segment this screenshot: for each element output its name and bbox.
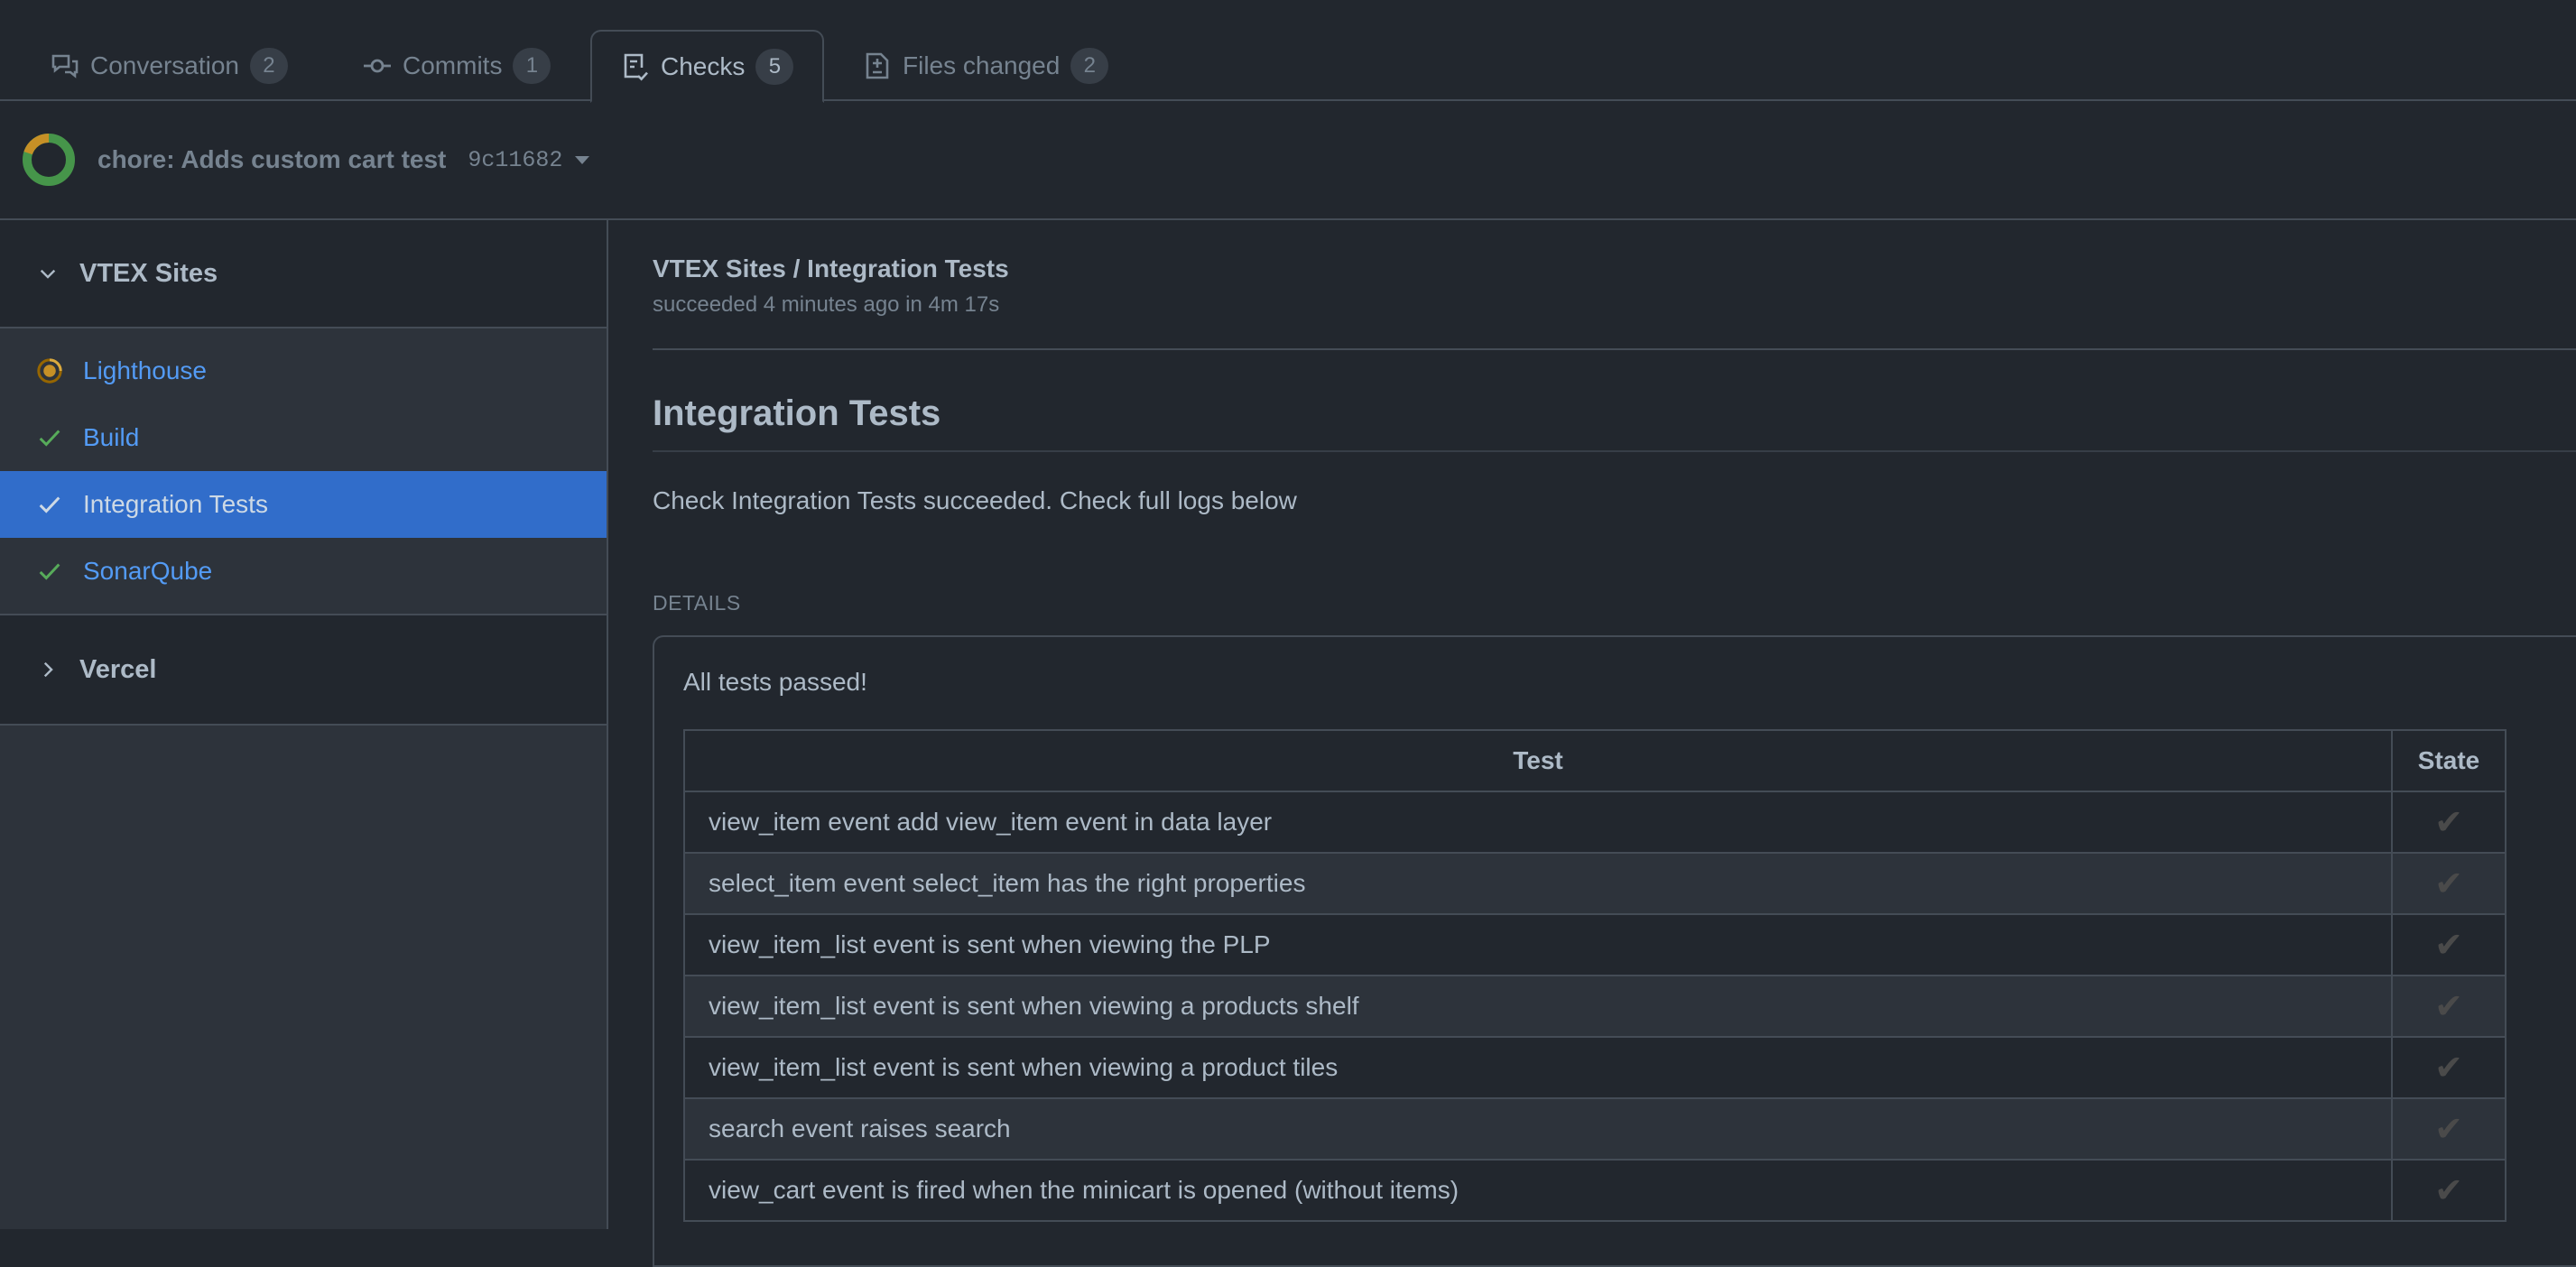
tab-files-changed[interactable]: Files changed 2 — [834, 30, 1137, 101]
check-run-sonarqube[interactable]: SonarQube — [0, 538, 607, 605]
tab-checks[interactable]: Checks 5 — [590, 30, 825, 103]
check-icon — [39, 563, 60, 580]
test-state-cell: ✔ — [2391, 1159, 2507, 1222]
tab-label: Commits — [403, 51, 503, 79]
check-run-list: Lighthouse Build Integration Tests Sonar… — [0, 328, 607, 615]
test-state-cell: ✔ — [2391, 1036, 2507, 1099]
check-suite-vtex-sites[interactable]: VTEX Sites — [0, 220, 607, 328]
tab-conversation[interactable]: Conversation 2 — [22, 30, 317, 101]
tab-label: Files changed — [903, 51, 1061, 79]
commit-sha-dropdown[interactable]: 9c11682 — [468, 146, 590, 173]
check-suite-vercel[interactable]: Vercel — [0, 615, 607, 726]
tab-label: Conversation — [90, 51, 239, 79]
check-mark-icon: ✔ — [2434, 1049, 2463, 1087]
check-run-label: SonarQube — [83, 557, 213, 585]
test-results-table: Test State view_item event add view_item… — [683, 729, 2507, 1222]
check-run-label: Integration Tests — [83, 490, 268, 518]
comment-discussion-icon — [51, 54, 79, 79]
table-row: view_item_list event is sent when viewin… — [683, 913, 2507, 976]
check-run-title: VTEX Sites / Integration Tests — [653, 254, 1009, 282]
tab-count: 1 — [513, 47, 551, 84]
chevron-right-icon — [43, 661, 53, 678]
chevron-down-icon — [40, 269, 56, 279]
test-name-cell: select_item event select_item has the ri… — [683, 852, 2393, 915]
tab-count: 5 — [755, 48, 794, 85]
check-mark-icon: ✔ — [2434, 1171, 2463, 1210]
details-heading: All tests passed! — [683, 668, 867, 696]
test-name-cell: view_item_list event is sent when viewin… — [683, 1036, 2393, 1099]
check-run-detail: VTEX Sites / Integration Tests succeeded… — [610, 220, 2576, 1267]
tab-label: Checks — [661, 51, 746, 80]
check-mark-icon: ✔ — [2434, 1110, 2463, 1149]
file-diff-icon — [866, 52, 889, 79]
check-summary: Check Integration Tests succeeded. Check… — [653, 486, 1297, 514]
table-row: view_cart event is fired when the minica… — [683, 1159, 2507, 1222]
test-state-cell: ✔ — [2391, 975, 2507, 1038]
table-header-row: Test State — [683, 729, 2507, 792]
check-run-build[interactable]: Build — [0, 404, 607, 471]
git-commit-icon — [364, 59, 391, 72]
test-name-cell: view_item_list event is sent when viewin… — [683, 913, 2393, 976]
test-name-cell: view_item_list event is sent when viewin… — [683, 975, 2393, 1038]
in-progress-icon — [37, 358, 62, 384]
checks-status-ring-icon — [22, 134, 75, 186]
check-mark-icon: ✔ — [2434, 926, 2463, 965]
check-suite-name: Vercel — [79, 654, 157, 684]
tab-commits[interactable]: Commits 1 — [334, 30, 579, 101]
check-run-status-text: succeeded 4 minutes ago in 4m 17s — [653, 292, 1000, 317]
check-run-lighthouse[interactable]: Lighthouse — [0, 338, 607, 404]
check-run-integration-tests[interactable]: Integration Tests — [0, 471, 607, 538]
check-suite-name: VTEX Sites — [79, 258, 218, 288]
test-state-cell: ✔ — [2391, 913, 2507, 976]
checklist-icon — [624, 53, 648, 80]
table-row: view_item_list event is sent when viewin… — [683, 975, 2507, 1038]
test-name-cell: view_cart event is fired when the minica… — [683, 1159, 2393, 1222]
test-name-cell: view_item event add view_item event in d… — [683, 791, 2393, 854]
test-state-cell: ✔ — [2391, 1097, 2507, 1161]
column-header-test: Test — [683, 729, 2393, 792]
check-icon — [39, 430, 60, 447]
caret-down-icon — [575, 155, 590, 164]
test-rows: view_item event add view_item event in d… — [683, 791, 2507, 1222]
column-header-state: State — [2391, 729, 2507, 792]
check-run-header: VTEX Sites / Integration Tests succeeded… — [653, 220, 2576, 350]
details-box: All tests passed! Test State view_item e… — [653, 635, 2576, 1267]
table-row: view_item_list event is sent when viewin… — [683, 1036, 2507, 1099]
details-label: DETAILS — [653, 591, 741, 615]
commit-sha: 9c11682 — [468, 146, 563, 173]
checks-sidebar: VTEX Sites Lighthouse Build Integration … — [0, 220, 608, 1229]
tab-count: 2 — [249, 47, 288, 84]
table-row: select_item event select_item has the ri… — [683, 852, 2507, 915]
check-run-label: Build — [83, 423, 140, 451]
check-icon — [39, 496, 60, 513]
check-run-label: Lighthouse — [83, 356, 208, 384]
section-title: Integration Tests — [653, 393, 2576, 452]
pr-tab-bar: Conversation 2 Commits 1 Checks 5 Files … — [0, 0, 2576, 103]
check-mark-icon: ✔ — [2434, 865, 2463, 903]
commit-header: chore: Adds custom cart test 9c11682 — [0, 101, 2576, 220]
table-row: view_item event add view_item event in d… — [683, 791, 2507, 854]
commit-title: chore: Adds custom cart test — [97, 145, 447, 173]
test-name-cell: search event raises search — [683, 1097, 2393, 1161]
table-row: search event raises search ✔ — [683, 1097, 2507, 1161]
test-state-cell: ✔ — [2391, 852, 2507, 915]
test-state-cell: ✔ — [2391, 791, 2507, 854]
check-mark-icon: ✔ — [2434, 987, 2463, 1026]
check-mark-icon: ✔ — [2434, 803, 2463, 842]
tab-count: 2 — [1070, 47, 1109, 84]
